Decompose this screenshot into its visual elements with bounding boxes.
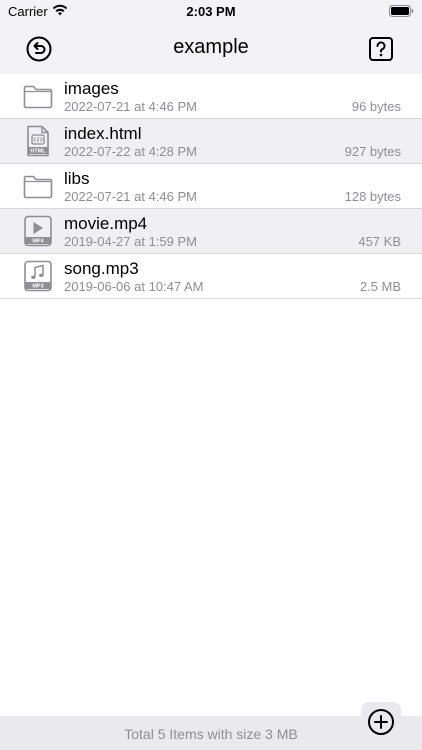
file-name: song.mp3 xyxy=(64,259,139,278)
status-bar: Carrier 2:03 PM xyxy=(0,0,422,24)
file-date: 2019-06-06 at 10:47 AM xyxy=(64,279,204,294)
add-circle-icon xyxy=(368,709,394,735)
file-row-libs[interactable]: libs 2022-07-21 at 4:46 PM 128 bytes xyxy=(0,164,422,209)
file-row-images[interactable]: images 2022-07-21 at 4:46 PM 96 bytes xyxy=(0,74,422,119)
file-name: movie.mp4 xyxy=(64,214,148,233)
file-name: libs xyxy=(64,169,90,188)
file-type-badge: MP3 xyxy=(32,284,43,290)
html-file-icon: HTML xyxy=(27,125,49,157)
bottom-toolbar: Total 5 Items with size 3 MB xyxy=(0,716,422,750)
file-row-movie-mp4[interactable]: MP4 movie.mp4 2019-04-27 at 1:59 PM 457 … xyxy=(0,209,422,254)
folder-icon xyxy=(23,175,53,199)
status-time: 2:03 PM xyxy=(186,4,236,19)
help-button[interactable] xyxy=(367,35,395,63)
page-title: example xyxy=(173,36,249,58)
help-question-icon xyxy=(369,37,393,61)
file-name: index.html xyxy=(64,124,142,143)
file-type-badge: MP4 xyxy=(32,239,44,245)
file-date: 2022-07-21 at 4:46 PM xyxy=(64,99,197,114)
file-date: 2019-04-27 at 1:59 PM xyxy=(64,234,197,249)
audio-file-icon: MP3 xyxy=(24,260,52,292)
file-row-song-mp3[interactable]: MP3 song.mp3 2019-06-06 at 10:47 AM 2.5 … xyxy=(0,254,422,299)
folder-summary: Total 5 Items with size 3 MB xyxy=(124,726,298,742)
file-row-index-html[interactable]: HTML index.html 2022-07-22 at 4:28 PM 92… xyxy=(0,119,422,164)
battery-icon xyxy=(389,5,414,17)
file-size: 128 bytes xyxy=(344,189,401,204)
file-size: 96 bytes xyxy=(351,99,401,114)
file-size: 457 KB xyxy=(358,234,401,249)
file-size: 2.5 MB xyxy=(359,279,401,294)
file-date: 2022-07-22 at 4:28 PM xyxy=(64,144,197,159)
file-name: images xyxy=(64,79,119,98)
file-size: 927 bytes xyxy=(344,144,401,159)
add-button[interactable] xyxy=(361,702,401,742)
folder-icon xyxy=(23,85,53,109)
file-date: 2022-07-21 at 4:46 PM xyxy=(64,189,197,204)
video-file-icon: MP4 xyxy=(24,215,52,247)
file-type-badge: HTML xyxy=(30,149,46,155)
navigation-bar: example xyxy=(0,24,422,74)
file-list: images 2022-07-21 at 4:46 PM 96 bytes HT… xyxy=(0,74,422,299)
